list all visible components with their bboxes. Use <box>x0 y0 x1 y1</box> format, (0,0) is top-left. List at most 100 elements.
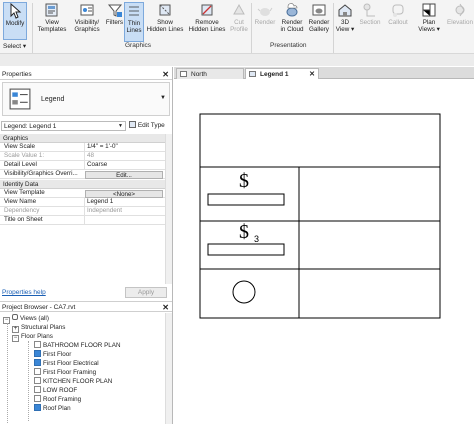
section-button[interactable]: Section <box>357 2 383 42</box>
ribbon-group-bar <box>0 53 474 66</box>
tree-guide-line <box>7 323 8 423</box>
thin-lines-button[interactable]: Thin Lines <box>124 2 144 42</box>
section-icon <box>363 3 375 17</box>
view-templates-label-1: View <box>45 19 59 26</box>
remove-hidden-lines-button[interactable]: Remove Hidden Lines <box>186 2 228 42</box>
tree-label: Structural Plans <box>21 324 66 331</box>
legend-tab-icon <box>249 71 256 77</box>
project-browser-title-bar: Project Browser - CA7.rvt ✕ <box>0 301 172 312</box>
property-key: View Scale <box>4 143 36 150</box>
tab-legend-1[interactable]: Legend 1 ✕ <box>245 68 319 79</box>
view-template-button[interactable]: <None> <box>85 189 163 198</box>
view-icon <box>34 341 41 348</box>
property-value[interactable]: Coarse <box>84 161 164 170</box>
tree-item-roof-plan[interactable]: Roof Plan <box>34 404 71 413</box>
type-selector[interactable]: Legend ▼ <box>2 82 170 116</box>
view-templates-label-2: Templates <box>37 26 67 33</box>
tree-item-kitchen-floor-plan[interactable]: KITCHEN FLOOR PLAN <box>34 377 112 386</box>
tree-label: BATHROOM FLOOR PLAN <box>43 342 121 349</box>
edit-type-icon <box>129 121 136 128</box>
property-value[interactable]: Legend 1 <box>84 198 164 207</box>
apply-button[interactable]: Apply <box>125 287 167 298</box>
properties-help-link[interactable]: Properties help <box>2 289 46 296</box>
cut-profile-icon <box>233 3 245 15</box>
visibility-graphics-icon <box>80 4 94 16</box>
visibility-graphics-button[interactable]: Visibility/ Graphics <box>71 2 103 42</box>
property-row: View Scale 1/4" = 1'-0" <box>0 143 165 152</box>
collapse-icon[interactable]: − <box>12 335 19 342</box>
type-name: Legend <box>41 96 65 103</box>
cursor-arrow-icon <box>10 3 22 19</box>
tree-item-roof-framing[interactable]: Roof Framing <box>34 395 81 404</box>
browser-scrollbar[interactable] <box>165 313 172 424</box>
tab-label: Legend 1 <box>260 71 289 78</box>
render-in-cloud-label-2: in Cloud <box>280 26 304 33</box>
tree-label: First Floor <box>43 351 72 358</box>
render-gallery-label-1: Render <box>308 19 330 26</box>
close-icon[interactable]: ✕ <box>162 302 169 313</box>
tree-item-first-floor-electrical[interactable]: First Floor Electrical <box>34 359 99 368</box>
select-dropdown[interactable]: Select ▾ <box>3 42 26 50</box>
elevation-label: Elevation <box>447 19 473 26</box>
show-hidden-lines-icon <box>159 4 171 16</box>
modify-button[interactable]: Modify <box>3 2 27 40</box>
render-in-cloud-button[interactable]: Render in Cloud <box>278 2 306 42</box>
render-button[interactable]: Render <box>253 2 277 42</box>
render-gallery-button[interactable]: Render Gallery <box>306 2 332 42</box>
property-key: Visibility/Graphics Overri... <box>4 170 78 177</box>
identity-group-title: Identity Data <box>3 181 39 188</box>
plan-views-label-1: Plan <box>422 19 436 26</box>
tab-label: North <box>191 71 207 78</box>
tree-item-first-floor-framing[interactable]: First Floor Framing <box>34 368 96 377</box>
property-value[interactable]: 1/4" = 1'-0" <box>84 143 164 152</box>
callout-button[interactable]: Callout <box>386 2 410 42</box>
ribbon-separator <box>32 3 33 53</box>
close-icon[interactable]: ✕ <box>309 69 315 80</box>
plan-views-label-2: Views ▾ <box>418 26 440 33</box>
view-icon <box>34 368 41 375</box>
tree-guide-line <box>28 341 29 421</box>
tree-item-bathroom-floor-plan[interactable]: BATHROOM FLOOR PLAN <box>34 341 121 350</box>
tree-item-low-roof[interactable]: LOW ROOF <box>34 386 77 395</box>
show-hidden-lines-button[interactable]: Show Hidden Lines <box>145 2 185 42</box>
cut-profile-button[interactable]: Cut Profile <box>228 2 250 42</box>
thin-lines-label-2: Lines <box>126 27 142 34</box>
tree-label: Views (all) <box>20 315 49 322</box>
graphics-group-title: Graphics <box>3 135 29 142</box>
legend-drawing: $ $ 3 <box>199 113 441 319</box>
property-key: View Template <box>4 189 45 196</box>
property-value: Independent <box>84 207 164 216</box>
view-templates-button[interactable]: View Templates <box>35 2 69 42</box>
tab-north[interactable]: North <box>176 68 244 79</box>
property-row: View Name Legend 1 <box>0 198 165 207</box>
visibility-edit-button[interactable]: Edit... <box>85 170 163 179</box>
property-row: Dependency Independent <box>0 207 165 216</box>
properties-scrollbar[interactable] <box>165 134 172 284</box>
drawing-canvas[interactable]: $ $ 3 <box>174 80 474 424</box>
visibility-graphics-label-2: Graphics <box>74 26 100 33</box>
left-panels: Properties ✕ Legend ▼ Legend: Legend 1 ▼… <box>0 67 173 424</box>
property-key: Detail Level <box>4 161 37 168</box>
elevation-button[interactable]: Elevation <box>446 2 474 42</box>
property-value[interactable] <box>84 216 164 225</box>
plan-views-button[interactable]: Plan Views ▾ <box>416 2 442 42</box>
edit-type-label: Edit Type <box>137 122 165 129</box>
ribbon-separator <box>333 3 334 53</box>
chevron-down-icon[interactable]: ▼ <box>160 95 166 101</box>
view-templates-icon <box>45 3 58 17</box>
3d-view-button[interactable]: 3D View ▾ <box>335 2 355 42</box>
3d-view-label-2: View ▾ <box>335 26 355 33</box>
identity-data-group[interactable]: Identity Data <box>0 180 165 189</box>
view-icon <box>34 359 41 366</box>
edit-type-button[interactable]: Edit Type <box>129 121 171 131</box>
switch-symbol: $ <box>239 170 249 192</box>
cut-profile-label-2: Profile <box>230 26 248 33</box>
cloud-teapot-icon <box>286 3 298 17</box>
tree-item-first-floor[interactable]: First Floor <box>34 350 71 359</box>
close-icon[interactable]: ✕ <box>162 69 169 80</box>
graphics-group-label: Graphics <box>125 42 152 49</box>
instance-selector[interactable]: Legend: Legend 1 ▼ <box>1 121 126 131</box>
graphics-group[interactable]: Graphics <box>0 134 165 143</box>
render-label: Render <box>254 19 276 26</box>
filters-button[interactable]: Filters <box>104 2 125 42</box>
